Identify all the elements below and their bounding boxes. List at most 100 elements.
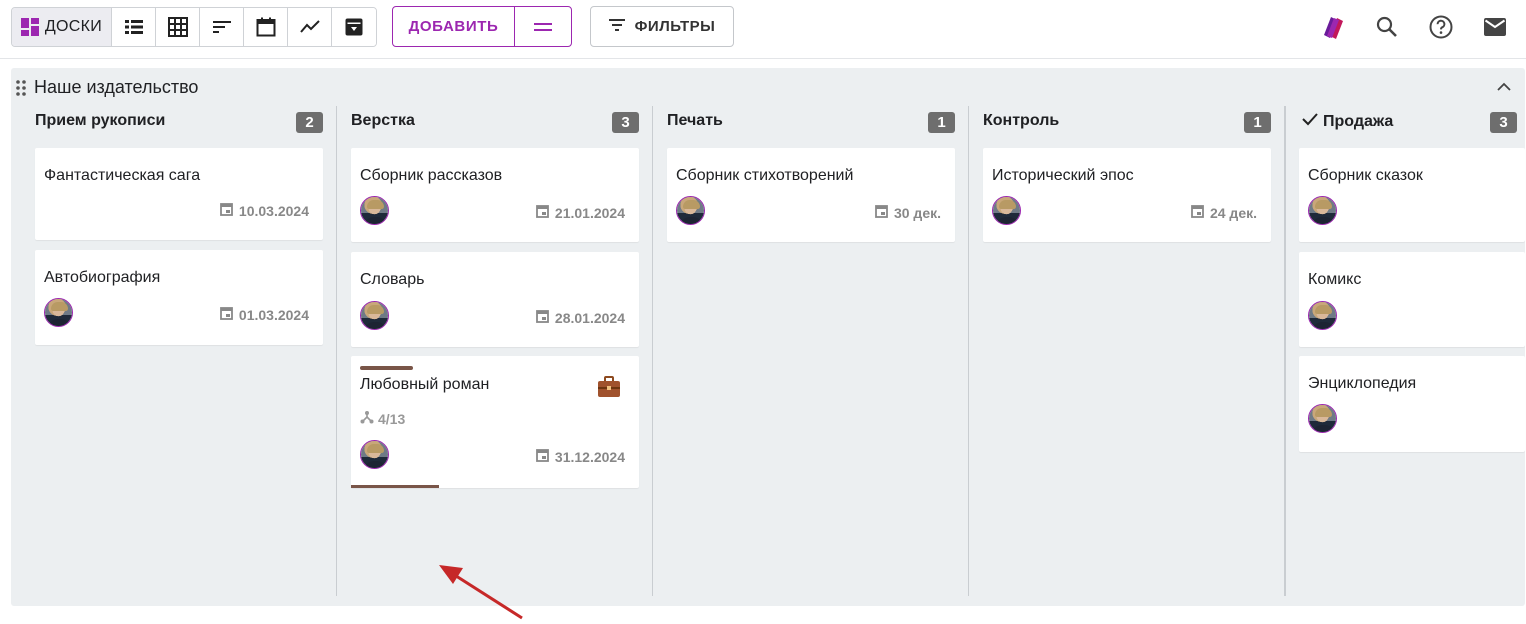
column-divider <box>1284 106 1286 596</box>
card-title: Исторический эпос <box>992 167 1134 184</box>
avatar[interactable] <box>44 298 73 327</box>
task-card[interactable]: Любовный роман 4/13 31.12.2024 <box>351 356 639 488</box>
mail-icon[interactable] <box>1480 12 1510 42</box>
due-date-text: 24 дек. <box>1209 204 1257 221</box>
card-due-date: 28.01.2024 <box>536 309 625 326</box>
task-card[interactable]: Исторический эпос 24 дек. <box>983 148 1271 242</box>
due-date-text: 21.01.2024 <box>554 204 625 221</box>
calendar-icon <box>220 202 233 219</box>
dashboard-icon <box>20 18 39 36</box>
card-due-date: 31.12.2024 <box>536 448 625 465</box>
task-card[interactable]: Автобиография 01.03.2024 <box>35 250 323 345</box>
column-header: Контроль 1 <box>983 112 1271 136</box>
column-title: Верстка <box>351 112 415 129</box>
top-toolbar: ДОСКИ ДОБАВИТЬ ФИЛЬТРЫ <box>0 0 1526 59</box>
task-card[interactable]: Энциклопедия <box>1299 356 1525 452</box>
equals-icon <box>534 18 552 36</box>
subtasks-icon <box>360 410 374 427</box>
calendar-icon <box>536 309 549 326</box>
column-count-badge: 3 <box>612 112 639 133</box>
card-title: Сборник рассказов <box>360 167 503 184</box>
column-count-badge: 1 <box>1244 112 1271 133</box>
avatar[interactable] <box>676 196 705 225</box>
column-divider <box>336 106 337 596</box>
add-options-button[interactable] <box>515 7 571 46</box>
column-sales: Продажа 3 Сборник сказок Комикс Энциклоп… <box>1299 106 1525 596</box>
card-due-date: 10.03.2024 <box>220 202 309 219</box>
avatar[interactable] <box>1308 404 1337 433</box>
column-title-text: Продажа <box>1323 112 1394 130</box>
filters-button[interactable]: ФИЛЬТРЫ <box>590 6 734 47</box>
trend-line-icon <box>299 20 320 34</box>
task-card[interactable]: Словарь 28.01.2024 <box>351 252 639 347</box>
chart-view-button[interactable] <box>288 8 332 46</box>
help-icon[interactable] <box>1426 12 1456 42</box>
calendar-view-button[interactable] <box>244 8 288 46</box>
column-title: Печать <box>667 112 723 129</box>
card-due-date: 30 дек. <box>875 204 941 221</box>
calendar-icon <box>256 17 276 37</box>
column-header: Верстка 3 <box>351 112 639 136</box>
boards-view-button[interactable]: ДОСКИ <box>12 8 112 46</box>
filter-icon <box>608 18 625 35</box>
column-count-badge: 2 <box>296 112 323 133</box>
avatar[interactable] <box>1308 301 1337 330</box>
due-date-text: 30 дек. <box>893 204 941 221</box>
calendar-icon <box>220 306 233 323</box>
cards-brand-icon[interactable] <box>1318 12 1348 42</box>
task-card[interactable]: Сборник стихотворений 30 дек. <box>667 148 955 242</box>
column-count-badge: 1 <box>928 112 955 133</box>
task-card[interactable]: Сборник сказок <box>1299 148 1525 242</box>
avatar[interactable] <box>360 440 389 469</box>
boards-view-label: ДОСКИ <box>44 18 103 35</box>
column-title: Продажа <box>1301 112 1393 131</box>
card-due-date: 24 дек. <box>1191 204 1257 221</box>
chevron-up-icon[interactable] <box>1495 80 1513 94</box>
add-button-group: ДОБАВИТЬ <box>392 6 572 47</box>
task-card[interactable]: Фантастическая сага 10.03.2024 <box>35 148 323 240</box>
table-view-button[interactable] <box>156 8 200 46</box>
avatar[interactable] <box>992 196 1021 225</box>
briefcase-icon <box>597 376 621 403</box>
subtasks-text: 4/13 <box>378 410 406 427</box>
board-panel: Наше издательство Прием рукописи 2 Фанта… <box>11 68 1525 620</box>
card-title: Сборник стихотворений <box>676 167 854 184</box>
due-date-text: 10.03.2024 <box>238 202 309 219</box>
task-card[interactable]: Комикс <box>1299 252 1525 347</box>
column-header: Продажа 3 <box>1299 112 1517 136</box>
column-divider <box>968 106 969 596</box>
task-card[interactable]: Сборник рассказов 21.01.2024 <box>351 148 639 242</box>
avatar[interactable] <box>1308 196 1337 225</box>
card-title: Фантастическая сага <box>44 167 201 184</box>
card-progress-bar <box>360 366 413 370</box>
card-title: Комикс <box>1308 271 1362 288</box>
calendar-icon <box>536 448 549 465</box>
card-time-progress-bar <box>351 485 439 488</box>
column-layout: Верстка 3 Сборник рассказов 21.01.2024 С… <box>351 106 639 596</box>
column-print: Печать 1 Сборник стихотворений 30 дек. <box>667 106 955 596</box>
column-intake: Прием рукописи 2 Фантастическая сага 10.… <box>35 106 323 596</box>
sort-lines-icon <box>212 19 232 35</box>
card-due-date: 01.03.2024 <box>220 306 309 323</box>
subtasks-counter[interactable]: 4/13 <box>360 410 405 427</box>
filters-label: ФИЛЬТРЫ <box>634 18 716 35</box>
add-button[interactable]: ДОБАВИТЬ <box>393 7 515 46</box>
list-view-button[interactable] <box>112 8 156 46</box>
due-date-text: 28.01.2024 <box>554 309 625 326</box>
grid-icon <box>167 17 188 37</box>
view-switcher: ДОСКИ <box>11 7 377 47</box>
card-title: Любовный роман <box>360 376 490 393</box>
gantt-view-button[interactable] <box>200 8 244 46</box>
avatar[interactable] <box>360 301 389 330</box>
board-header: Наше издательство <box>11 68 1525 106</box>
column-header: Печать 1 <box>667 112 955 136</box>
drag-handle-icon[interactable] <box>16 80 26 101</box>
check-icon <box>1301 112 1319 131</box>
archive-view-button[interactable] <box>332 8 376 46</box>
calendar-icon <box>875 204 888 221</box>
archive-icon <box>345 18 363 36</box>
search-icon[interactable] <box>1372 12 1402 42</box>
calendar-icon <box>536 204 549 221</box>
avatar[interactable] <box>360 196 389 225</box>
column-header: Прием рукописи 2 <box>35 112 323 136</box>
